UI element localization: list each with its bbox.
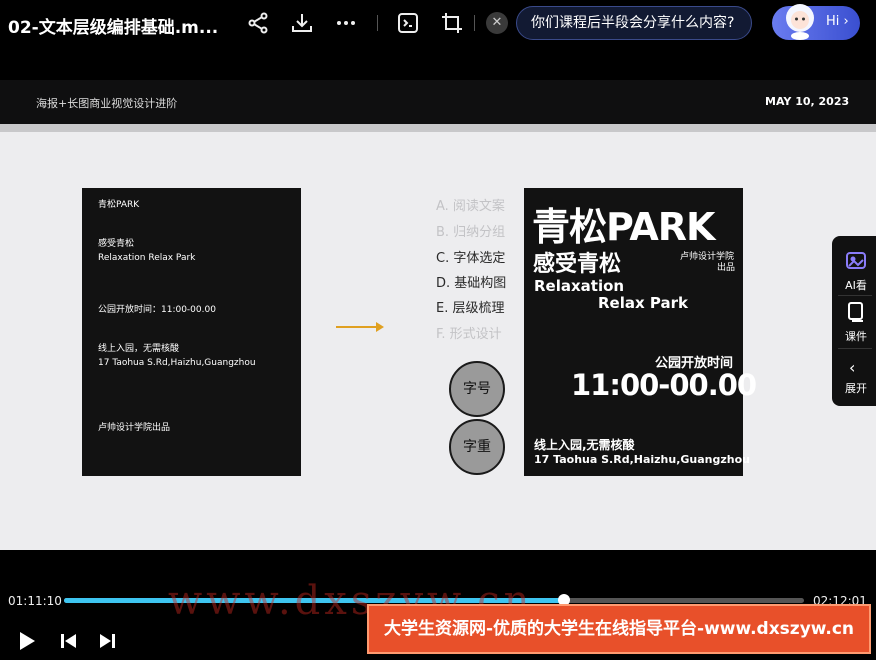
poster-final-hours: 11:00-00.00 (571, 368, 757, 402)
poster-final-relax: Relax Park (598, 294, 688, 312)
play-icon[interactable] (16, 630, 38, 652)
step-item: D. 基础构图 (436, 276, 507, 291)
previous-icon[interactable] (58, 630, 80, 652)
next-icon[interactable] (96, 630, 118, 652)
poster-draft-line: 卢帅设计学院出品 (98, 423, 171, 433)
ai-view-label[interactable]: AI看 (836, 277, 876, 293)
courseware-icon[interactable] (846, 301, 866, 327)
ai-view-icon[interactable] (845, 250, 867, 276)
download-icon[interactable] (290, 11, 314, 35)
more-icon[interactable] (334, 11, 358, 35)
step-item: E. 层级梳理 (436, 301, 505, 316)
ai-prompt-suggestion[interactable]: 你们课程后半段会分享什么内容? (516, 6, 752, 40)
share-icon[interactable] (246, 11, 270, 35)
poster-final-address: 17 Taohua S.Rd,Haizhu,Guangzhou (534, 453, 750, 466)
step-item: A. 阅读文案 (436, 199, 505, 214)
mascot-icon (780, 0, 820, 40)
video-title: 02-文本层级编排基础.m... (8, 18, 219, 38)
poster-final-subtitle: 感受青松 (533, 252, 622, 277)
watermark-banner: 大学生资源网-优质的大学生在线指导平台-www.dxszyw.cn (367, 604, 871, 654)
toolbar-divider (474, 15, 475, 31)
poster-final-entry: 线上入园,无需核酸 (534, 438, 635, 452)
step-item: C. 字体选定 (436, 251, 506, 266)
poster-draft-line: Relaxation Relax Park (98, 253, 196, 263)
step-item: B. 归纳分组 (436, 225, 506, 240)
poster-draft-title: 青松PARK (98, 200, 140, 210)
slide-date: MAY 10, 2023 (765, 95, 850, 108)
step-item: F. 形式设计 (436, 327, 502, 342)
courseware-label[interactable]: 课件 (836, 328, 876, 344)
poster-draft-line: 公园开放时间：11:00-00.00 (98, 305, 216, 315)
arrow-right-icon (336, 318, 386, 337)
poster-final-title: 青松PARK (532, 205, 715, 249)
close-icon[interactable]: ✕ (486, 12, 508, 34)
poster-draft-line: 17 Taohua S.Rd,Haizhu,Guangzhou (98, 358, 256, 368)
side-divider (838, 295, 872, 296)
hi-label: Hi › (826, 14, 849, 29)
toolbar-divider (377, 15, 378, 31)
font-weight-badge: 字重 (449, 419, 505, 475)
poster-draft-line: 感受青松 (98, 239, 135, 249)
side-divider (838, 348, 872, 349)
poster-final-relax: Relaxation (534, 277, 625, 295)
crop-icon[interactable] (440, 11, 464, 35)
font-size-badge: 字号 (449, 361, 505, 417)
poster-final-credit: 出品 (717, 263, 736, 273)
poster-draft-line: 线上入园，无需核酸 (98, 344, 180, 354)
course-name: 海报+长图商业视觉设计进阶 (36, 97, 178, 110)
chevron-left-icon[interactable]: ‹ (849, 358, 855, 377)
expand-label[interactable]: 展开 (836, 380, 876, 396)
current-time: 01:11:10 (8, 594, 62, 608)
screenshot-icon[interactable] (396, 11, 420, 35)
